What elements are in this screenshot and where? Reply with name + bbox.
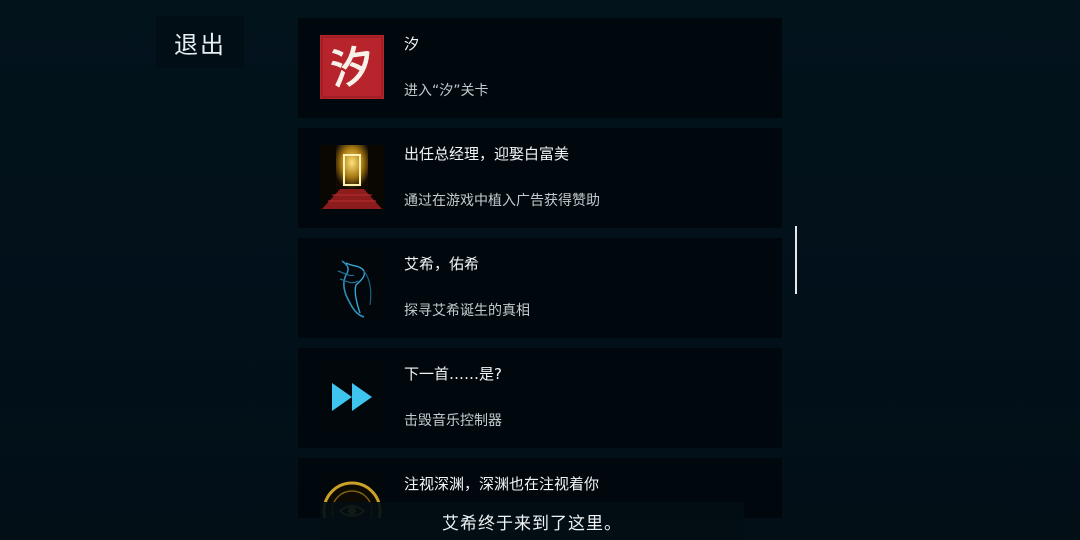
golden-door-icon [320,145,384,209]
achievement-item[interactable]: 下一首……是? 击毁音乐控制器 [298,348,782,448]
svg-text:汐: 汐 [328,40,376,94]
achievement-title: 出任总经理，迎娶白富美 [404,145,570,163]
blue-sketch-figure-icon [320,255,384,319]
achievements-screen: 退出 汐 汐 进入“汐”关卡 出任总经理，迎娶白富美 通过在游戏中植入广告获得赞… [0,0,1080,540]
list-scrollbar[interactable] [795,226,797,294]
dialogue-subtitle-bar: 艾希终于来到了这里。 [320,502,744,540]
achievement-item[interactable]: 艾希，佑希 探寻艾希诞生的真相 [298,238,782,338]
achievement-item[interactable]: 出任总经理，迎娶白富美 通过在游戏中植入广告获得赞助 [298,128,782,228]
dialogue-subtitle: 艾希终于来到了这里。 [442,513,622,534]
achievement-description: 探寻艾希诞生的真相 [404,303,530,319]
achievement-description: 通过在游戏中植入广告获得赞助 [404,193,600,209]
achievement-list[interactable]: 汐 汐 进入“汐”关卡 出任总经理，迎娶白富美 通过在游戏中植入广告获得赞助 艾… [298,18,782,518]
achievement-title: 艾希，佑希 [404,255,480,273]
achievement-title: 下一首……是? [404,365,502,383]
achievement-title: 汐 [404,35,420,53]
achievement-item[interactable]: 汐 汐 进入“汐”关卡 [298,18,782,118]
achievement-description: 击毁音乐控制器 [404,413,502,429]
fast-forward-icon [320,365,384,429]
achievement-description: 进入“汐”关卡 [404,83,489,99]
exit-button[interactable]: 退出 [156,16,244,68]
achievement-title: 注视深渊，深渊也在注视着你 [404,475,600,493]
xi-calligraphy-icon: 汐 [320,35,384,99]
